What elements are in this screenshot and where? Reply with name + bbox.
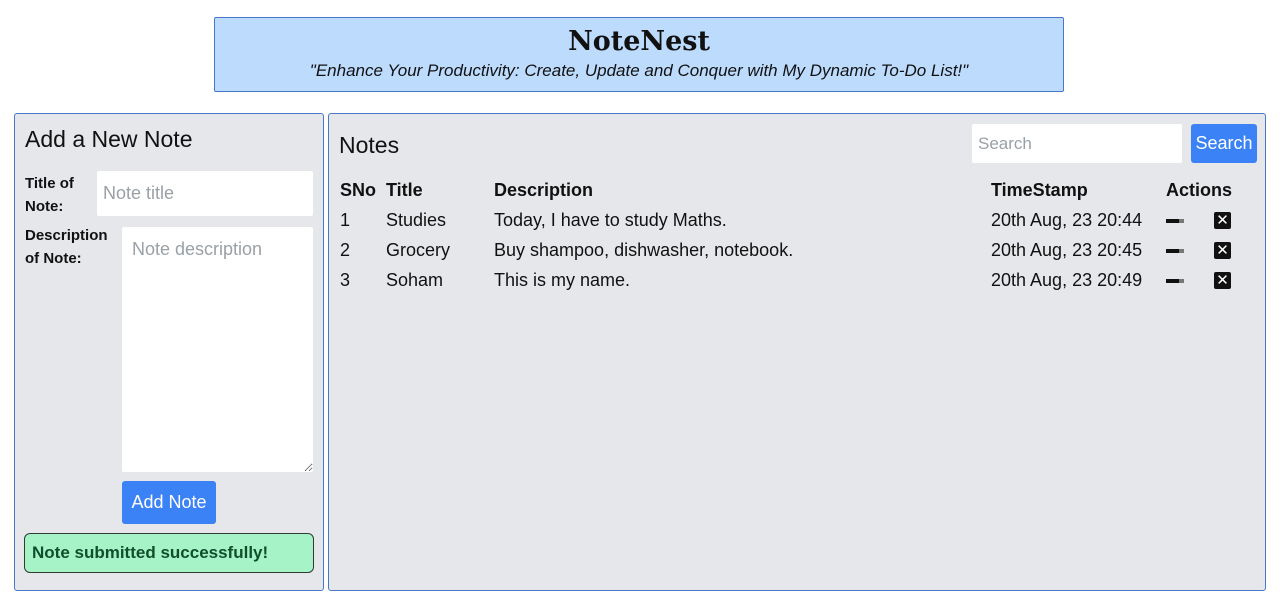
cell-timestamp: 20th Aug, 23 20:44 [991, 210, 1143, 230]
cell-timestamp: 20th Aug, 23 20:49 [991, 270, 1143, 290]
edit-icon[interactable] [1166, 218, 1184, 224]
note-description-input[interactable] [122, 227, 313, 472]
cell-sno: 3 [340, 270, 351, 290]
delete-icon[interactable]: ✕ [1214, 212, 1231, 229]
notes-panel: Notes Search SNo Title Description TimeS… [328, 113, 1266, 591]
column-header-sno: SNo [340, 180, 376, 200]
notes-table: SNo Title Description TimeStamp Actions … [339, 176, 1259, 296]
success-alert: Note submitted successfully! [24, 533, 314, 573]
cell-description: Today, I have to study Maths. [494, 210, 727, 230]
table-row: 2 Grocery Buy shampoo, dishwasher, noteb… [339, 236, 1259, 266]
note-title-input[interactable] [97, 171, 313, 216]
cell-timestamp: 20th Aug, 23 20:45 [991, 240, 1143, 260]
cell-sno: 1 [340, 210, 351, 230]
column-header-actions: Actions [1166, 180, 1233, 200]
description-label: Description of Note: [25, 227, 108, 267]
cell-sno: 2 [340, 240, 351, 260]
app-tagline: "Enhance Your Productivity: Create, Upda… [309, 61, 969, 80]
app-header: NoteNest "Enhance Your Productivity: Cre… [214, 17, 1064, 92]
add-note-panel: Add a New Note Title of Note: Descriptio… [14, 113, 324, 591]
search-input[interactable] [972, 124, 1182, 163]
delete-icon[interactable]: ✕ [1214, 242, 1231, 259]
column-header-timestamp: TimeStamp [991, 180, 1088, 200]
table-header-row: SNo Title Description TimeStamp Actions [339, 176, 1259, 206]
column-header-description: Description [494, 180, 594, 200]
cell-description: Buy shampoo, dishwasher, notebook. [494, 240, 794, 260]
search-button[interactable]: Search [1191, 124, 1257, 163]
edit-icon[interactable] [1166, 248, 1184, 254]
table-row: 1 Studies Today, I have to study Maths. … [339, 206, 1259, 236]
cell-description: This is my name. [494, 270, 631, 290]
table-row: 3 Soham This is my name. 20th Aug, 23 20… [339, 266, 1259, 296]
add-note-button[interactable]: Add Note [122, 481, 216, 524]
add-note-heading: Add a New Note [25, 126, 193, 152]
app-title: NoteNest [568, 26, 710, 57]
cell-title: Grocery [386, 240, 451, 260]
cell-title: Soham [386, 270, 444, 290]
cell-title: Studies [386, 210, 447, 230]
edit-icon[interactable] [1166, 278, 1184, 284]
delete-icon[interactable]: ✕ [1214, 272, 1231, 289]
title-label: Title of Note: [25, 175, 74, 215]
notes-heading: Notes [339, 132, 400, 158]
column-header-title: Title [386, 180, 423, 200]
